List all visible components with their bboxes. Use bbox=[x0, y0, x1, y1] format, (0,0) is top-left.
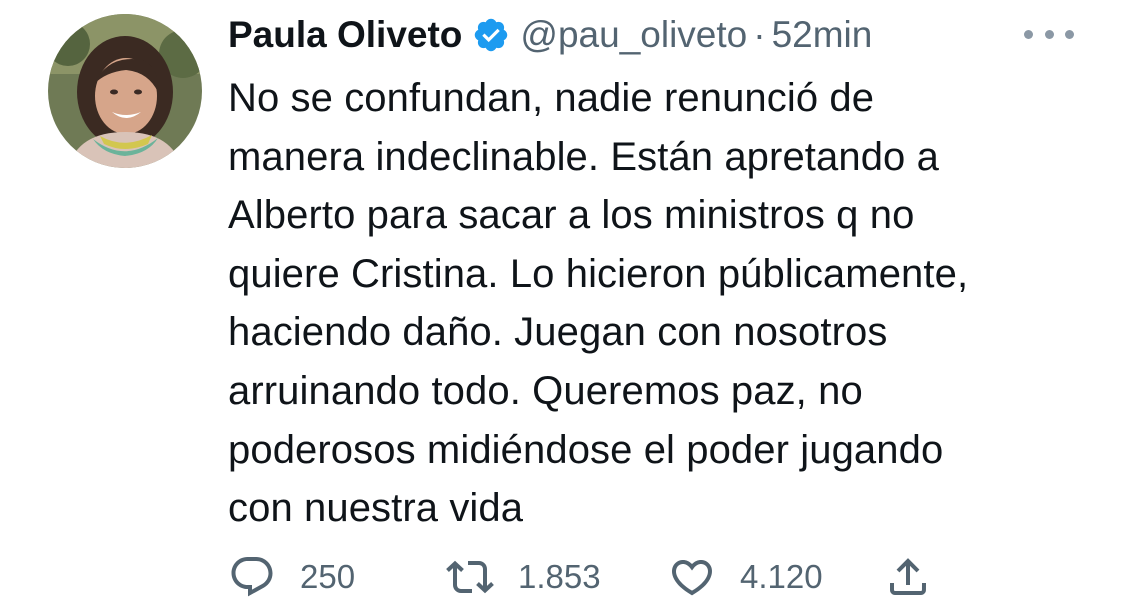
tweet-text-line: haciendo daño. Juegan con nosotros bbox=[228, 310, 888, 355]
tweet-text-line: Alberto para sacar a los ministros q no bbox=[228, 193, 915, 238]
retweet-icon bbox=[446, 560, 494, 594]
reply-icon bbox=[231, 557, 273, 597]
display-name[interactable]: Paula Oliveto bbox=[228, 14, 462, 56]
avatar[interactable] bbox=[48, 14, 202, 168]
reply-button[interactable]: 250 bbox=[228, 552, 355, 602]
tweet-text-line: quiere Cristina. Lo hicieron públicament… bbox=[228, 251, 969, 296]
tweet-text-line: arruinando todo. Queremos paz, no bbox=[228, 368, 863, 413]
retweet-button[interactable]: 1.853 bbox=[446, 552, 601, 602]
separator-dot: · bbox=[753, 14, 766, 55]
like-button[interactable]: 4.120 bbox=[668, 552, 823, 602]
user-handle[interactable]: @pau_oliveto bbox=[520, 14, 747, 56]
verified-badge-icon bbox=[472, 16, 510, 54]
tweet-text-line: No se confundan, nadie renunció de bbox=[228, 76, 875, 120]
like-count: 4.120 bbox=[740, 558, 823, 595]
heart-icon bbox=[671, 560, 713, 596]
avatar-photo bbox=[48, 14, 202, 168]
timestamp[interactable]: 52min bbox=[772, 14, 873, 56]
share-button[interactable] bbox=[884, 552, 932, 602]
retweet-count: 1.853 bbox=[518, 558, 601, 595]
tweet: Paula Oliveto @pau_oliveto · 52min No se… bbox=[0, 0, 1125, 608]
tweet-actions: 250 1.853 4.120 bbox=[228, 552, 988, 602]
tweet-text-line: manera indeclinable. Están apretando a bbox=[228, 134, 939, 179]
share-icon bbox=[890, 558, 926, 595]
tweet-text-line: poderosos midiéndose el poder jugando bbox=[228, 427, 944, 472]
tweet-header: Paula Oliveto @pau_oliveto · 52min bbox=[228, 10, 1088, 60]
reply-count: 250 bbox=[300, 558, 356, 595]
tweet-text: No se confundan, nadie renunció de maner… bbox=[228, 69, 1098, 538]
tweet-text-line: con nuestra vida bbox=[228, 486, 524, 531]
more-options-icon[interactable] bbox=[1024, 22, 1074, 46]
